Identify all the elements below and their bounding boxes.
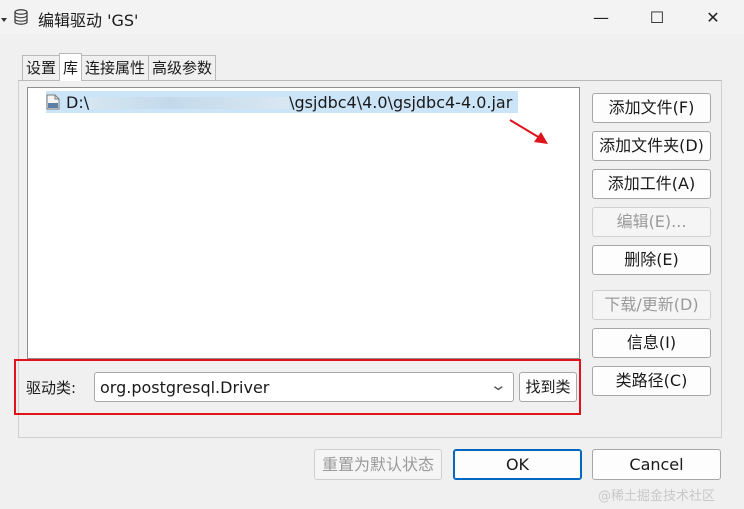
- window-title: 编辑驱动 'GS': [38, 11, 139, 30]
- file-path-prefix: D:\: [66, 92, 90, 112]
- classpath-button[interactable]: 类路径(C): [592, 366, 711, 396]
- database-icon: [14, 9, 28, 25]
- reset-to-default-button[interactable]: 重置为默认状态: [314, 449, 442, 480]
- info-button[interactable]: 信息(I): [592, 328, 711, 358]
- edit-driver-dialog: 编辑驱动 'GS' — ☐ ✕ 设置 库 连接属性 高级参数 D:\ \gsjdb…: [0, 0, 744, 509]
- minimize-icon: —: [593, 7, 609, 27]
- tab-connection-properties[interactable]: 连接属性: [81, 55, 150, 81]
- jar-file-icon: [46, 94, 60, 110]
- driver-class-value: org.postgresql.Driver: [100, 378, 270, 397]
- driver-class-select[interactable]: org.postgresql.Driver ⌄: [94, 372, 514, 402]
- tab-library[interactable]: 库: [59, 53, 83, 81]
- find-class-button[interactable]: 找到类: [519, 372, 577, 402]
- cancel-button[interactable]: Cancel: [592, 449, 721, 480]
- annotation-arrow-icon: [509, 119, 548, 144]
- tab-settings[interactable]: 设置: [22, 55, 61, 81]
- library-file-list[interactable]: D:\ \gsjdbc4\4.0\gsjdbc4-4.0.jar: [27, 87, 580, 359]
- redacted-path-segment: [89, 97, 290, 109]
- edit-button[interactable]: 编辑(E)...: [592, 207, 711, 237]
- close-button[interactable]: ✕: [690, 0, 736, 34]
- add-file-button[interactable]: 添加文件(F): [592, 93, 711, 123]
- close-icon: ✕: [706, 7, 720, 27]
- add-folder-button[interactable]: 添加文件夹(D): [592, 131, 711, 161]
- maximize-icon: ☐: [649, 7, 665, 27]
- tab-bar: 设置 库 连接属性 高级参数: [22, 53, 217, 81]
- title-bar[interactable]: 编辑驱动 'GS' — ☐ ✕: [0, 0, 744, 34]
- ok-button[interactable]: OK: [453, 449, 582, 480]
- watermark: @稀土掘金技术社区: [598, 489, 716, 504]
- file-path: D:\ \gsjdbc4\4.0\gsjdbc4-4.0.jar: [66, 93, 512, 112]
- chevron-down-icon: [1, 18, 7, 22]
- file-path-suffix: \gsjdbc4\4.0\gsjdbc4-4.0.jar: [289, 92, 513, 112]
- minimize-button[interactable]: —: [578, 0, 624, 34]
- tab-advanced-parameters[interactable]: 高级参数: [148, 55, 217, 81]
- download-update-button[interactable]: 下载/更新(D): [592, 290, 711, 320]
- add-artifact-button[interactable]: 添加工件(A): [592, 169, 711, 199]
- list-item[interactable]: D:\ \gsjdbc4\4.0\gsjdbc4-4.0.jar: [46, 91, 519, 113]
- maximize-button[interactable]: ☐: [634, 0, 680, 34]
- delete-button[interactable]: 删除(E): [592, 245, 711, 275]
- driver-class-highlight: 驱动类: org.postgresql.Driver ⌄ 找到类: [14, 359, 581, 415]
- chevron-down-icon[interactable]: ⌄: [490, 376, 508, 394]
- driver-class-label: 驱动类:: [26, 379, 77, 397]
